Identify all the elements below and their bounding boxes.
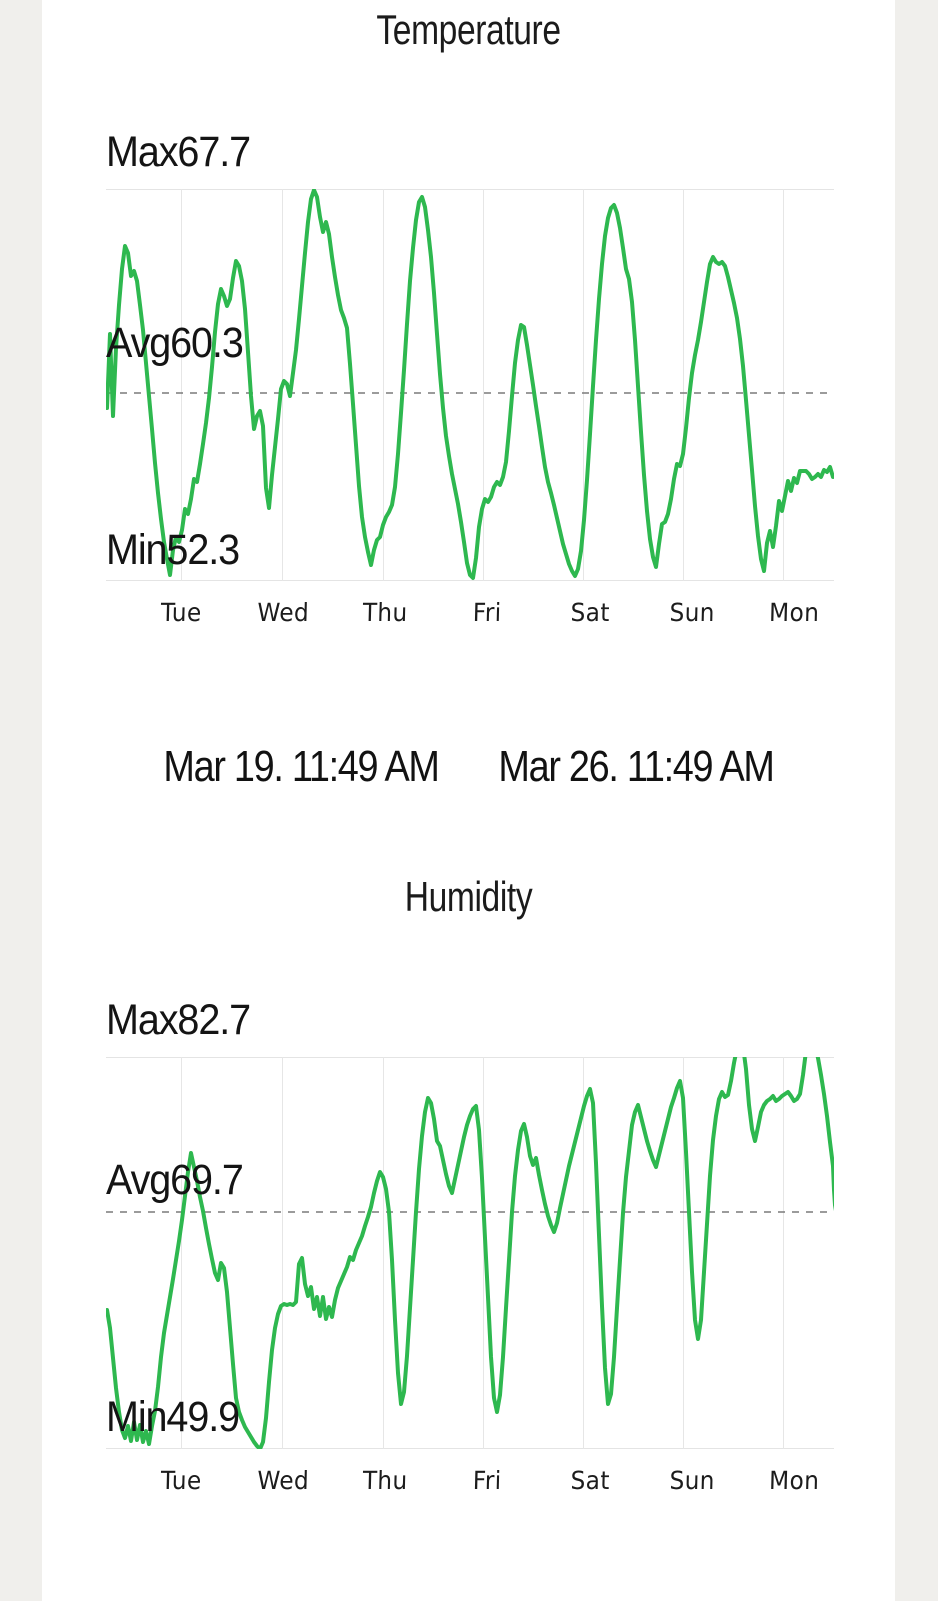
temperature-max-label: Max67.7 <box>106 128 251 176</box>
x-axis-day-sat: Sat <box>569 598 610 627</box>
humidity-line-chart <box>106 1057 834 1449</box>
app-root: Temperature Max67.7 Avg60.3 Min52.3 Tue … <box>0 0 938 1601</box>
humidity-avg-label: Avg69.7 <box>106 1156 244 1204</box>
x-axis-day-sun: Sun <box>668 1466 715 1495</box>
x-axis-day-mon: Mon <box>768 1466 820 1495</box>
temperature-min-label: Min52.3 <box>106 526 240 574</box>
x-axis-day-fri: Fri <box>472 1466 503 1495</box>
temperature-chart-title: Temperature <box>376 6 561 53</box>
date-range-row: Mar 19. 11:49 AM Mar 26. 11:49 AM <box>42 742 895 792</box>
temperature-series-line <box>106 189 834 580</box>
humidity-chart-title: Humidity <box>404 873 533 920</box>
x-axis-day-thu: Thu <box>362 598 409 627</box>
x-axis-day-tue: Tue <box>160 1466 202 1495</box>
date-range-start[interactable]: Mar 19. 11:49 AM <box>164 742 441 792</box>
temperature-avg-label: Avg60.3 <box>106 319 244 367</box>
x-axis-day-wed: Wed <box>257 1466 310 1495</box>
humidity-max-label: Max82.7 <box>106 996 251 1044</box>
humidity-plot[interactable] <box>106 1057 834 1449</box>
temperature-plot[interactable] <box>106 189 834 581</box>
x-axis-day-sun: Sun <box>668 598 715 627</box>
temperature-line-chart <box>106 189 834 581</box>
humidity-x-axis: Tue Wed Thu Fri Sat Sun Mon <box>130 1466 845 1506</box>
content-card: Temperature Max67.7 Avg60.3 Min52.3 Tue … <box>42 0 895 1601</box>
x-axis-day-mon: Mon <box>768 598 820 627</box>
vertical-gridlines <box>181 189 784 581</box>
date-range-end[interactable]: Mar 26. 11:49 AM <box>498 742 775 792</box>
humidity-min-label: Min49.9 <box>106 1393 240 1441</box>
x-axis-day-thu: Thu <box>362 1466 409 1495</box>
vertical-gridlines <box>181 1057 784 1449</box>
x-axis-day-wed: Wed <box>257 598 310 627</box>
x-axis-day-fri: Fri <box>472 598 503 627</box>
temperature-x-axis: Tue Wed Thu Fri Sat Sun Mon <box>130 598 845 638</box>
humidity-series-line <box>106 1057 834 1449</box>
x-axis-day-tue: Tue <box>160 598 202 627</box>
humidity-series-tail <box>831 1164 834 1212</box>
x-axis-day-sat: Sat <box>569 1466 610 1495</box>
